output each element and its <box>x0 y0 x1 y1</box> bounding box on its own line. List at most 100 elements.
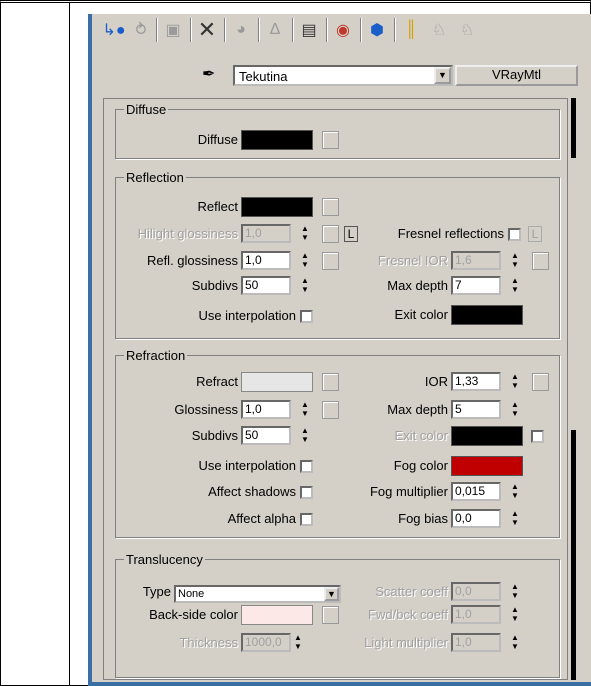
refl-glossiness-label: Refl. glossiness <box>146 253 238 268</box>
reflection-max-depth-label: Max depth <box>387 278 448 293</box>
fog-bias-spinner[interactable]: 0,0 <box>451 509 501 528</box>
scatter-coeff-label: Scatter coeff <box>375 584 448 599</box>
reflection-exit-color-swatch[interactable] <box>451 305 523 325</box>
eyedropper-icon[interactable]: ✒ <box>202 64 215 84</box>
refract-label: Refract <box>196 374 238 389</box>
scrollbar-thumb[interactable] <box>571 98 576 158</box>
reflection-subdivs-spinner[interactable]: 50 <box>241 276 291 295</box>
hilight-glossiness-spinner[interactable]: 1,0 <box>241 224 291 243</box>
put-to-library-icon[interactable]: ▤ <box>296 16 322 44</box>
ior-spinner[interactable]: 1,33 <box>451 372 501 391</box>
fresnel-ior-spinner[interactable]: 1,6 <box>451 251 501 270</box>
material-type-button[interactable]: VRayMtl <box>455 65 578 86</box>
light-multiplier-spinner[interactable]: 1,0 <box>451 633 501 652</box>
lock-hilight-button[interactable]: L <box>344 226 358 242</box>
affect-shadows-checkbox[interactable] <box>300 486 313 499</box>
refraction-subdivs-label: Subdivs <box>191 428 238 443</box>
make-copy-icon[interactable]: ◕ <box>228 16 254 44</box>
fresnel-reflections-label: Fresnel reflections <box>397 226 504 241</box>
fwd-bck-coeff-label: Fwd/bck coeff <box>368 607 448 622</box>
assign-material-icon[interactable]: ▣ <box>160 16 186 44</box>
affect-alpha-label: Affect alpha <box>227 511 296 526</box>
diffuse-map-button[interactable] <box>322 131 339 149</box>
refraction-glossiness-spinner[interactable]: 1,0 <box>241 400 291 419</box>
backside-map-button[interactable] <box>322 606 339 624</box>
reflect-map-button[interactable] <box>322 198 339 216</box>
reflection-max-depth-spinner[interactable]: 7 <box>451 276 501 295</box>
toolbar-separator <box>224 18 226 42</box>
spinner-arrows-icon[interactable]: ▲ ▼ <box>299 426 311 445</box>
reflection-subdivs-label: Subdivs <box>191 278 238 293</box>
ior-label: IOR <box>424 374 448 389</box>
refraction-interpolation-checkbox[interactable] <box>300 460 313 473</box>
refl-glossiness-spinner[interactable]: 1,0 <box>241 251 291 270</box>
show-end-result-icon[interactable]: ║ <box>398 16 424 44</box>
spinner-arrows-icon[interactable]: ▲ ▼ <box>299 276 311 295</box>
chevron-down-icon[interactable]: ▼ <box>434 67 451 84</box>
spinner-arrows-icon[interactable]: ▲ ▼ <box>509 509 521 528</box>
reflect-color-swatch[interactable] <box>241 197 313 217</box>
toolbar-separator <box>394 18 396 42</box>
spinner-arrows-icon[interactable]: ▲ ▼ <box>509 582 521 601</box>
reset-map-icon[interactable]: ✕ <box>194 16 220 44</box>
refraction-glossiness-label: Glossiness <box>174 402 238 417</box>
divider-line <box>69 3 70 686</box>
fwd-bck-coeff-spinner[interactable]: 1,0 <box>451 605 501 624</box>
spinner-arrows-icon[interactable]: ▲ ▼ <box>299 400 311 419</box>
reflection-interpolation-label: Use interpolation <box>198 308 296 323</box>
group-title: Refraction <box>124 348 188 363</box>
affect-shadows-label: Affect shadows <box>208 484 296 499</box>
spinner-arrows-icon[interactable]: ▲ ▼ <box>509 605 521 624</box>
show-map-icon[interactable]: ⬢ <box>364 16 390 44</box>
go-forward-icon[interactable]: ♘ <box>454 16 480 44</box>
spinner-arrows-icon[interactable]: ▲ ▼ <box>509 276 521 295</box>
spinner-arrows-icon[interactable]: ▲ ▼ <box>509 482 521 501</box>
get-material-icon[interactable]: ↳● <box>101 16 127 44</box>
backside-color-swatch[interactable] <box>241 605 313 625</box>
type-value: None <box>178 588 205 600</box>
fresnel-checkbox[interactable] <box>508 228 521 241</box>
refraction-exit-color-swatch[interactable] <box>451 426 523 446</box>
fog-color-swatch[interactable] <box>451 456 523 476</box>
spinner-arrows-icon[interactable]: ▲ ▼ <box>509 372 521 391</box>
diffuse-color-swatch[interactable] <box>241 130 313 150</box>
ior-map-button[interactable] <box>532 373 549 391</box>
spinner-arrows-icon[interactable]: ▲ ▼ <box>292 633 304 652</box>
refraction-glossiness-map-button[interactable] <box>322 401 339 419</box>
refl-glossiness-map-button[interactable] <box>322 252 339 270</box>
go-to-parent-icon[interactable]: ♘ <box>426 16 452 44</box>
refraction-interpolation-label: Use interpolation <box>198 458 296 473</box>
hilight-map-button[interactable] <box>322 225 339 243</box>
make-unique-icon[interactable]: ∆ <box>262 16 288 44</box>
reflection-interpolation-checkbox[interactable] <box>300 310 313 323</box>
refract-map-button[interactable] <box>322 373 339 391</box>
spinner-arrows-icon[interactable]: ▲ ▼ <box>299 224 311 243</box>
refraction-max-depth-spinner[interactable]: 5 <box>451 400 501 419</box>
chevron-down-icon[interactable]: ▼ <box>324 587 339 601</box>
fog-bias-label: Fog bias <box>398 511 448 526</box>
affect-alpha-checkbox[interactable] <box>300 513 313 526</box>
material-id-icon[interactable]: ◉ <box>330 16 356 44</box>
spinner-arrows-icon[interactable]: ▲ ▼ <box>509 400 521 419</box>
refraction-subdivs-spinner[interactable]: 50 <box>241 426 291 445</box>
fresnel-ior-map-button[interactable] <box>532 252 549 270</box>
thickness-spinner[interactable]: 1000,0 <box>241 633 291 652</box>
diffuse-label: Diffuse <box>197 132 238 147</box>
fog-multiplier-spinner[interactable]: 0,015 <box>451 482 501 501</box>
spinner-arrows-icon[interactable]: ▲ ▼ <box>299 251 311 270</box>
fresnel-ior-label: Fresnel IOR <box>377 253 448 268</box>
material-name-dropdown[interactable]: Tekutina ▼ <box>233 65 453 86</box>
light-multiplier-label: Light multiplier <box>364 635 448 650</box>
translucency-type-select[interactable]: None ▼ <box>174 585 341 603</box>
lock-fresnel-button[interactable]: L <box>528 226 542 242</box>
exit-color-checkbox[interactable] <box>531 430 544 443</box>
spinner-arrows-icon[interactable]: ▲ ▼ <box>509 633 521 652</box>
refract-color-swatch[interactable] <box>241 372 313 392</box>
scrollbar-track-dark <box>571 430 576 680</box>
material-name: Tekutina <box>239 69 288 84</box>
spinner-arrows-icon[interactable]: ▲ ▼ <box>509 251 521 270</box>
toolbar-separator <box>360 18 362 42</box>
scatter-coeff-spinner[interactable]: 0,0 <box>451 582 501 601</box>
backside-color-label: Back-side color <box>149 607 238 622</box>
put-to-scene-icon[interactable]: ⥁ <box>128 16 154 44</box>
